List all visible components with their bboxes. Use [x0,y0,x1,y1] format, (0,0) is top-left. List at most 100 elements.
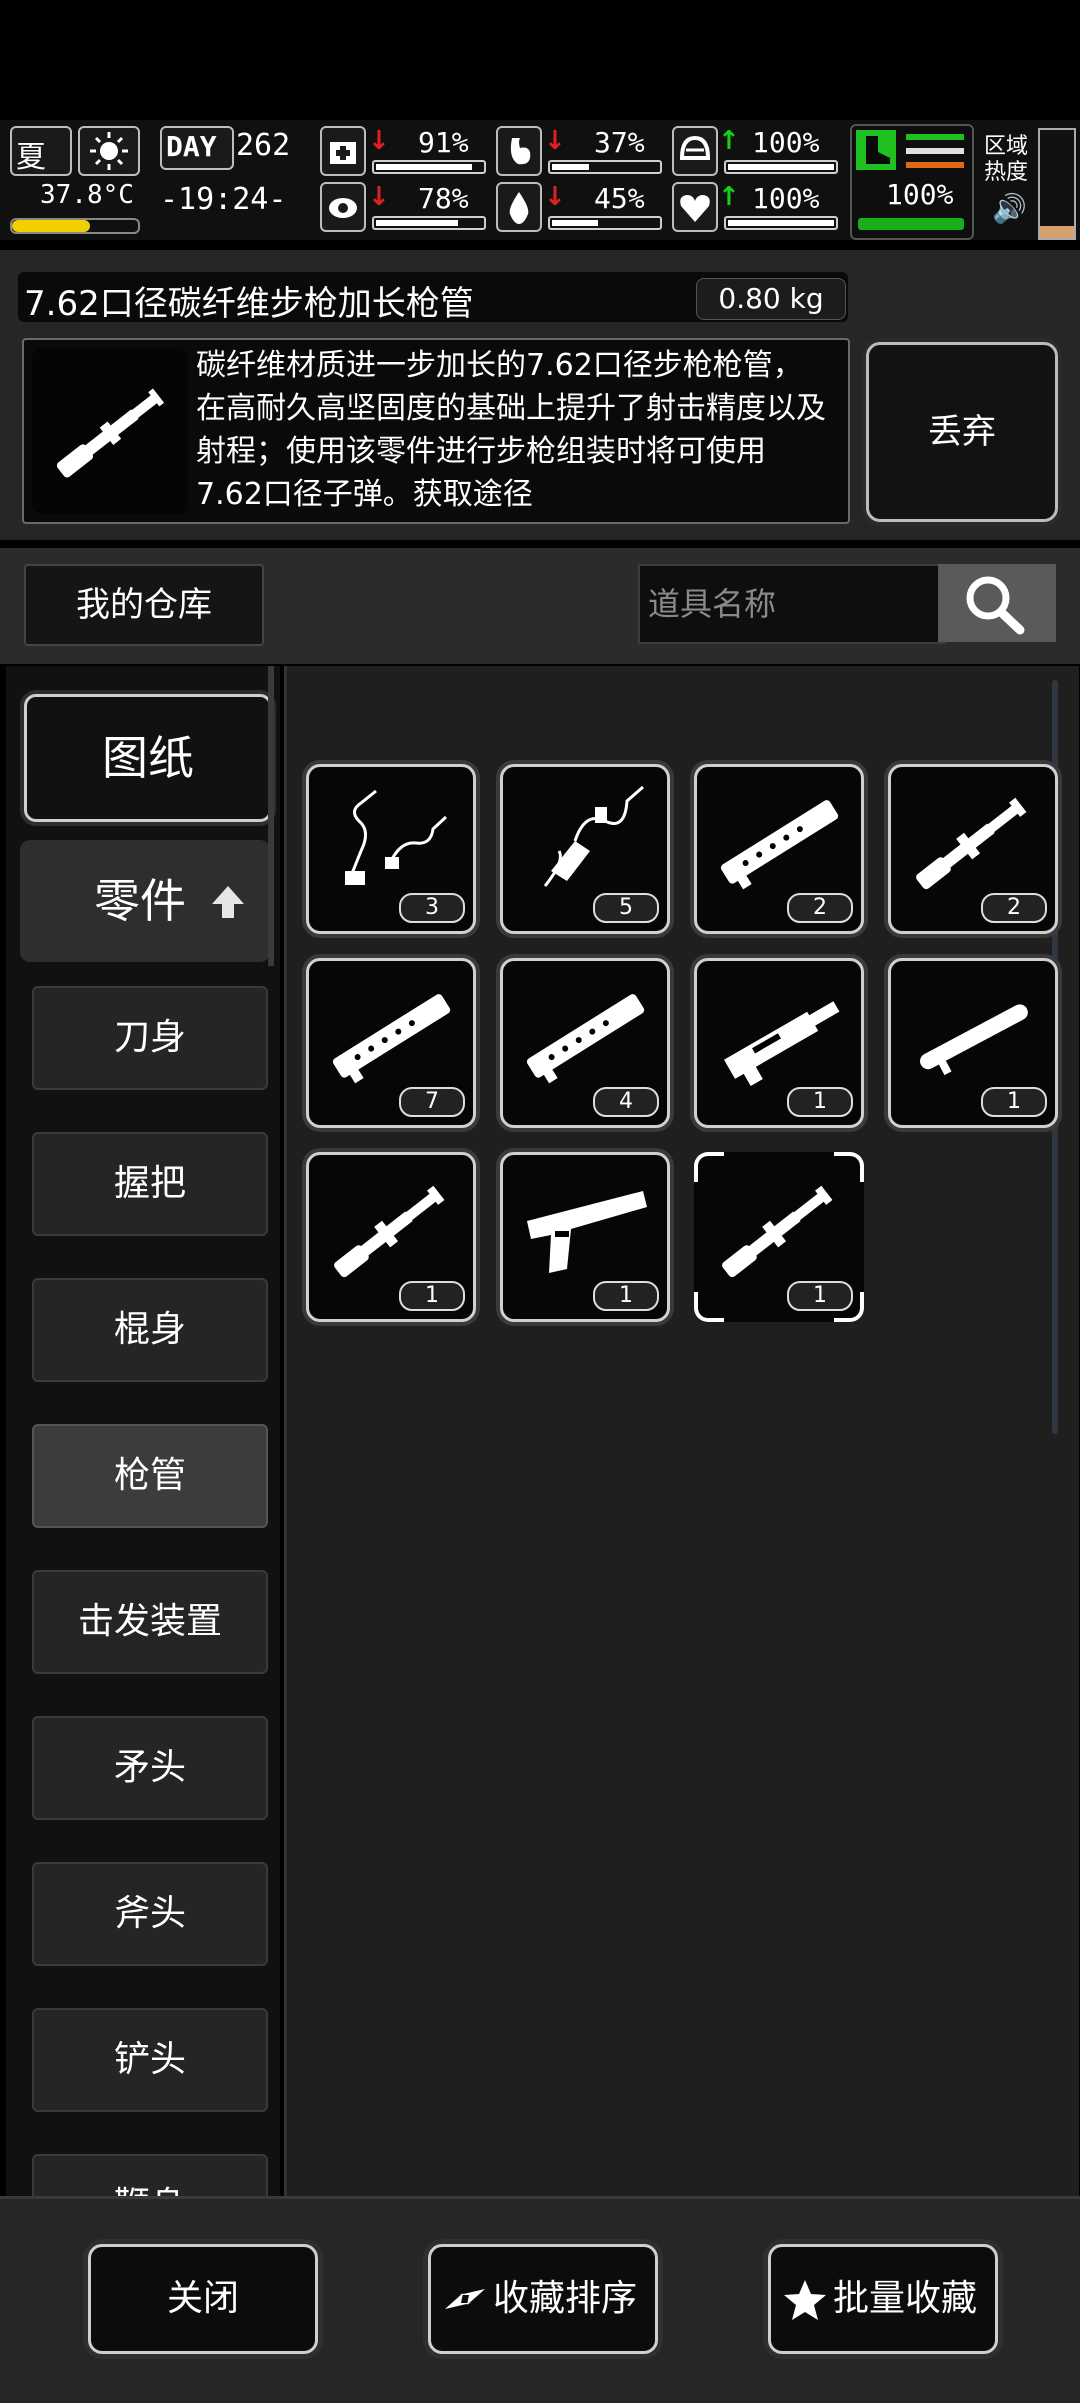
boot-icon [856,130,896,170]
hunger-value: 37% [594,126,645,159]
speaker-icon[interactable]: 🔊 [992,192,1027,225]
pistol-frame-icon [527,1191,647,1273]
inventory-slot[interactable]: 1 [888,958,1058,1128]
item-count-badge: 1 [981,1087,1047,1117]
clock-text: -19:24- [160,182,287,217]
thirst-bar-fill [552,220,598,226]
category-item[interactable]: 刀身 [32,986,268,1090]
batch-favorite-label: 批量收藏 [833,2278,978,2319]
item-count-badge: 2 [981,893,1047,923]
armor-bar-fill [728,164,834,170]
wire-gun-icon [543,785,644,887]
inventory-slot[interactable]: 7 [306,958,476,1128]
inventory-slot[interactable]: 1 [306,1152,476,1322]
boot-panel: 100% [850,124,974,240]
heart-bar [724,216,838,230]
sort-favorites-button[interactable]: 收藏排序 [428,2244,658,2354]
short-barrel-icon [920,1004,1028,1076]
heart-value: 100% [752,182,820,215]
health-bar [372,160,486,174]
category-parts[interactable]: 零件 [20,840,270,962]
search-button[interactable] [938,564,1056,642]
rifle-barrel-icon [916,797,1027,890]
my-warehouse-button[interactable]: 我的仓库 [24,564,264,646]
category-item[interactable]: 鞭身 [32,2154,268,2196]
inventory-slot[interactable]: 1 [500,1152,670,1322]
category-item[interactable]: 握把 [32,1132,268,1236]
item-count-badge: 7 [399,1087,465,1117]
rail-barrel-icon [332,994,451,1084]
wire-icon [345,789,448,885]
water-drop-icon [496,182,542,232]
stamina-bar [372,216,486,230]
hunger-bar [548,160,662,174]
temperature-text: 37.8°C [40,180,134,210]
item-weight: 0.80 kg [696,278,846,320]
sidebar-scrollbar[interactable] [268,666,274,966]
item-description: 碳纤维材质进一步加长的7.62口径步枪枪管，在高耐久高坚固度的基础上提升了射击精… [196,348,826,512]
star-icon [784,2280,826,2320]
category-blueprint[interactable]: 图纸 [24,694,272,822]
thirst-value: 45% [594,182,645,215]
item-count-badge: 4 [593,1087,659,1117]
category-item[interactable]: 斧头 [32,1862,268,1966]
health-bar-fill [376,164,473,170]
status-hud: 夏 37.8°C DAY 262 -19:24- ↓ 91% ↓ 78% ↓ 3… [0,120,1080,240]
heart-up-arrow: ↑ [718,182,740,212]
season-text: 夏 [16,140,46,175]
item-thumbnail [32,348,188,514]
inventory-slot[interactable]: 4 [500,958,670,1128]
item-count-badge: 5 [593,893,659,923]
medkit-icon [320,126,366,176]
item-count-badge: 3 [399,893,465,923]
stamina-down-arrow: ↓ [368,182,390,212]
day-number: 262 [236,128,291,163]
arrow-up-icon [212,886,244,918]
temperature-bar [10,218,140,234]
zone-heat-meter [1038,128,1076,240]
category-item[interactable]: 棍身 [32,1278,268,1382]
inventory-slot[interactable]: 1 [694,958,864,1128]
thirst-bar [548,216,662,230]
category-item[interactable]: 击发装置 [32,1570,268,1674]
health-down-arrow: ↓ [368,126,390,156]
hunger-bar-fill [552,164,589,170]
season-badge: 夏 [10,126,72,176]
item-count-badge: 1 [399,1281,465,1311]
inventory-slot[interactable]: 1 [694,1152,864,1322]
inventory-slot[interactable]: 5 [500,764,670,934]
category-item[interactable]: 铲头 [32,2008,268,2112]
zone-heat-label: 区域 热度 [984,134,1029,185]
discard-button[interactable]: 丢弃 [866,342,1058,522]
selection-corner [694,1292,724,1322]
search-icon [966,576,1025,635]
search-input[interactable]: 道具名称 [638,564,946,644]
selection-corner [694,1152,724,1182]
category-item[interactable]: 枪管 [32,1424,268,1528]
batch-favorite-button[interactable]: 批量收藏 [768,2244,998,2354]
inventory-slot[interactable]: 3 [306,764,476,934]
category-item[interactable]: 矛头 [32,1716,268,1820]
category-parts-label: 零件 [94,874,186,928]
rifle-barrel-icon [334,1185,445,1278]
rifle-barrel-icon [722,1185,833,1278]
rail-barrel-icon [720,800,839,890]
armor-bar [724,160,838,174]
item-count-badge: 1 [787,1087,853,1117]
rifle-barrel-icon [56,388,165,478]
sun-icon [78,126,140,176]
inventory-slot[interactable]: 2 [694,764,864,934]
day-label: DAY [166,130,217,163]
selection-corner [834,1292,864,1322]
hunger-down-arrow: ↓ [544,126,566,156]
inventory-slot[interactable]: 2 [888,764,1058,934]
heart-bar-fill [728,220,834,226]
receiver-icon [724,1001,840,1086]
thirst-down-arrow: ↓ [544,182,566,212]
turtle-icon [320,182,366,232]
stomach-icon [496,126,542,176]
item-name: 7.62口径碳纤维步枪加长枪管 [24,284,474,324]
rail-barrel-icon [526,994,645,1084]
category-sidebar[interactable]: 图纸 零件 刀身握把棍身枪管击发装置矛头斧头铲头鞭身 [6,666,280,2196]
close-button[interactable]: 关闭 [88,2244,318,2354]
